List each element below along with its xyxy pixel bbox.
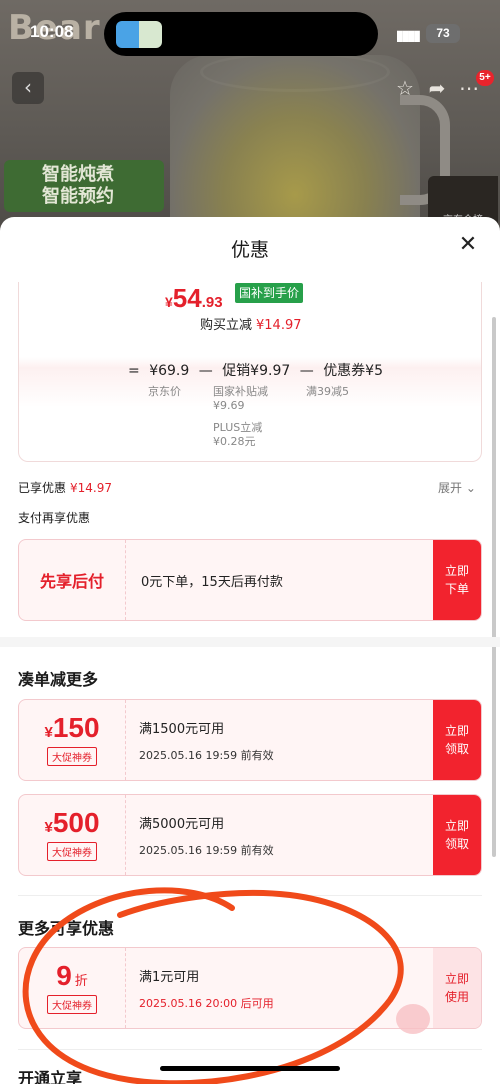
enjoyed-value: ¥14.97 — [70, 481, 113, 495]
price-formula: = ¥69.9 — 促销¥9.97 — 优惠券¥5 — [128, 360, 388, 380]
gov-subsidy-value: ¥9.69 — [213, 399, 245, 412]
coupon-validity: 2025.05.16 19:59 前有效 — [139, 748, 274, 762]
share-icon[interactable]: ➦ — [424, 74, 450, 102]
formula-equals: = — [128, 363, 140, 379]
discount-amount-block: 9折 大促神券 — [19, 948, 126, 1028]
plus-detail: PLUS立减 ¥0.28元 — [213, 421, 262, 449]
coupon-amount: ¥500 — [44, 809, 99, 837]
formula-coupon: 优惠券¥5 — [323, 363, 384, 379]
section-title-next: 开通立享 — [18, 1069, 83, 1084]
section-title-more-offers: 更多可享优惠 — [18, 919, 115, 938]
signal-icon: ▮▮▮▮ — [396, 27, 421, 43]
nav-actions: ☆ ➦ ⋯ — [392, 74, 482, 102]
discount-body: 满1元可用 2025.05.16 20:00 后可用 — [139, 948, 431, 1028]
gov-subsidy-tag: 国补到手价 — [235, 283, 304, 303]
section-divider — [18, 895, 482, 896]
floating-badge-icon[interactable] — [396, 1004, 430, 1034]
promo-banner: 智能炖煮 智能预约 — [4, 160, 164, 212]
coupon-condition: 满5000元可用 — [139, 816, 225, 832]
bnpl-card[interactable]: 先享后付 0元下单，15天后再付款 立即下单 — [18, 539, 482, 621]
back-button[interactable]: ‹ — [12, 72, 44, 104]
claim-coupon-button[interactable]: 立即领取 — [433, 700, 481, 780]
section-divider — [18, 1049, 482, 1050]
coupon-value: 150 — [52, 712, 100, 743]
close-icon[interactable]: ✕ — [456, 233, 480, 257]
instant-cut-value: ¥14.97 — [256, 318, 302, 333]
discount-tag: 大促神券 — [47, 995, 97, 1014]
coupon-card[interactable]: ¥150 大促神券 满1500元可用 2025.05.16 19:59 前有效 … — [18, 699, 482, 781]
coupon-currency: ¥ — [44, 724, 53, 741]
coupon-amount-block: ¥150 大促神券 — [19, 700, 126, 780]
status-time: 10:08 — [30, 22, 74, 41]
promo-line-1: 智能炖煮 — [42, 164, 114, 185]
chevron-down-icon: ⌄ — [465, 481, 476, 495]
expand-label: 展开 — [438, 481, 463, 495]
plus-label: PLUS立减 — [213, 421, 263, 434]
live-activity-icon — [116, 21, 162, 48]
discount-unit: 折 — [74, 973, 88, 988]
coupon-condition: 满1500元可用 — [139, 721, 225, 737]
formula-minus: — — [299, 363, 314, 379]
gov-subsidy-detail: 国家补贴减 ¥9.69 — [213, 385, 268, 413]
favorite-star-icon[interactable]: ☆ — [392, 74, 418, 102]
coupon-tag: 大促神券 — [47, 747, 97, 766]
coupon-validity: 2025.05.16 19:59 前有效 — [139, 843, 274, 857]
section-divider — [0, 637, 500, 647]
notification-badge: 5+ — [476, 70, 494, 86]
status-bar: 10:08 ▮▮▮▮ 73 — [0, 0, 500, 60]
instant-cut-label: 购买立减 — [200, 318, 253, 333]
discount-condition: 满1元可用 — [139, 969, 200, 985]
discount-validity: 2025.05.16 20:00 后可用 — [139, 996, 274, 1010]
pay-more-label: 支付再享优惠 — [18, 511, 91, 525]
expand-toggle[interactable]: 展开 ⌄ — [438, 479, 476, 496]
bnpl-left: 先享后付 — [19, 540, 126, 620]
discount-amount: 9折 — [56, 962, 88, 990]
price-integer: 54 — [172, 283, 202, 313]
order-now-button[interactable]: 立即下单 — [433, 540, 481, 620]
discount-sheet: 优惠 ✕ ¥54.93 国补到手价 购买立减 ¥14.97 = ¥69.9 — 促… — [0, 217, 500, 1084]
enjoyed-label: 已享优惠 — [18, 481, 67, 495]
sheet-title: 优惠 — [230, 239, 269, 261]
discount-value: 9 — [56, 960, 72, 991]
formula-base-label: 京东价 — [148, 385, 181, 398]
enjoyed-discount: 已享优惠 ¥14.97 — [18, 479, 112, 496]
plus-value: ¥0.28元 — [213, 435, 256, 448]
scrollbar[interactable] — [492, 317, 496, 857]
price-currency: ¥ — [165, 294, 173, 310]
bnpl-desc: 0元下单，15天后再付款 — [141, 574, 283, 590]
coupon-currency: ¥ — [44, 819, 53, 836]
use-coupon-button[interactable]: 立即使用 — [433, 948, 481, 1028]
coupon-card[interactable]: ¥500 大促神券 满5000元可用 2025.05.16 19:59 前有效 … — [18, 794, 482, 876]
formula-promo: 促销¥9.97 — [222, 363, 291, 379]
bnpl-body: 0元下单，15天后再付款 — [141, 540, 431, 620]
coupon-value: 500 — [52, 807, 100, 838]
gov-subsidy-label: 国家补贴减 — [213, 385, 268, 398]
coupon-condition-label: 满39减5 — [306, 385, 349, 398]
formula-base: ¥69.9 — [149, 363, 190, 379]
coupon-amount-block: ¥500 大促神券 — [19, 795, 126, 875]
instant-cut: 购买立减 ¥14.97 — [200, 314, 302, 333]
coupon-body: 满1500元可用 2025.05.16 19:59 前有效 — [139, 700, 431, 780]
coupon-tag: 大促神券 — [47, 842, 97, 861]
bnpl-label: 先享后付 — [39, 572, 104, 591]
coupon-body: 满5000元可用 2025.05.16 19:59 前有效 — [139, 795, 431, 875]
battery-icon: 73 — [426, 24, 460, 43]
coupon-amount: ¥150 — [44, 714, 99, 742]
product-image — [170, 55, 420, 240]
promo-line-2: 智能预约 — [42, 186, 114, 207]
final-price: ¥54.93 — [165, 283, 223, 314]
home-indicator — [160, 1066, 340, 1071]
price-decimal: .93 — [201, 294, 223, 311]
section-title-more-orders: 凑单减更多 — [18, 670, 99, 689]
claim-coupon-button[interactable]: 立即领取 — [433, 795, 481, 875]
formula-minus: — — [198, 363, 213, 379]
